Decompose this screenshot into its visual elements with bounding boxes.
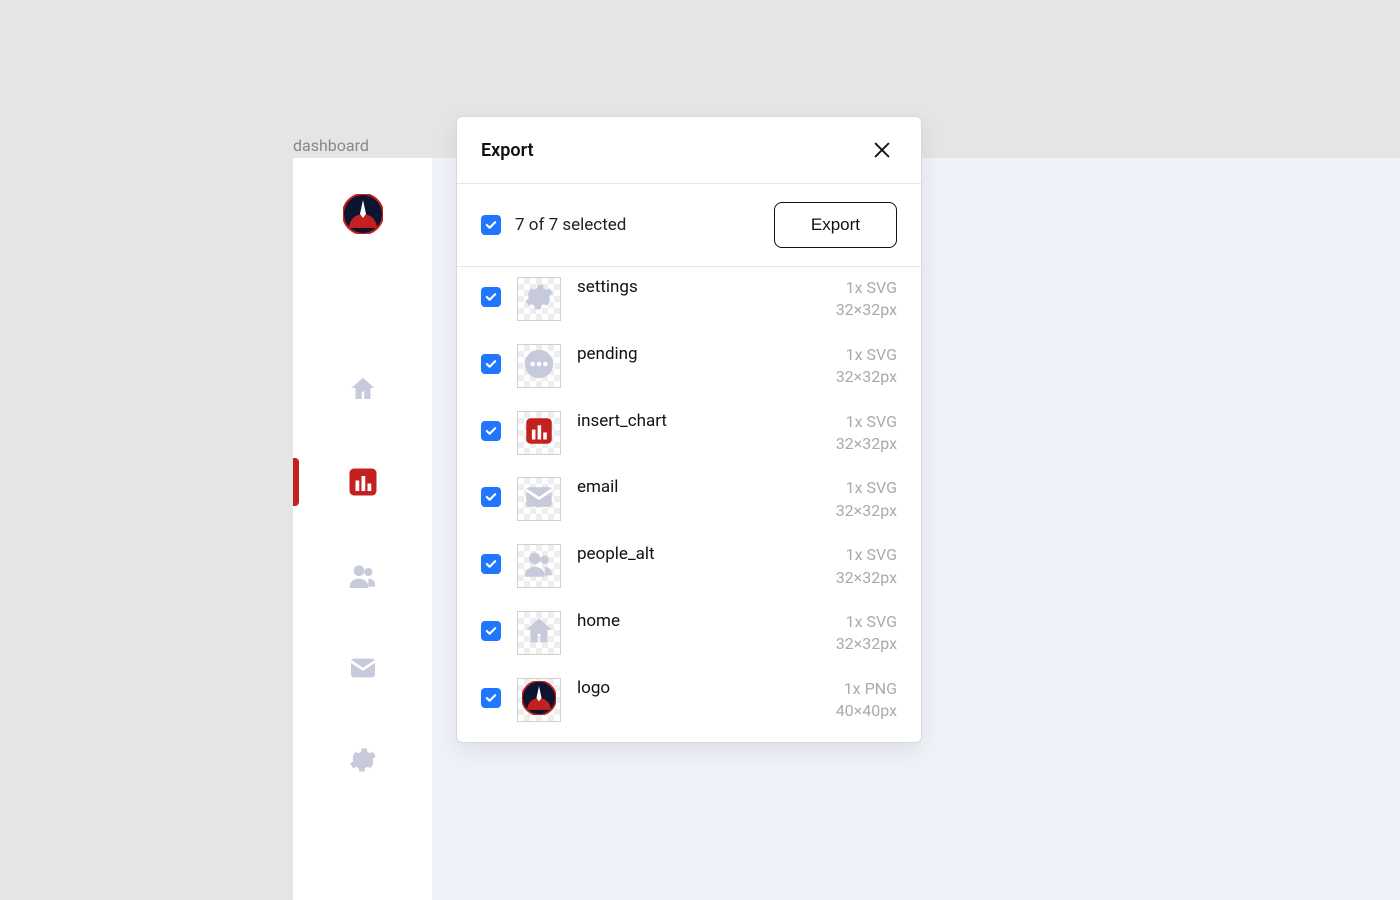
select-all-checkbox[interactable] [481,215,501,235]
asset-format: 1x SVG [836,411,897,433]
sidebar-item-people-alt[interactable] [293,560,432,592]
modal-toolbar: 7 of 7 selected Export [457,184,921,267]
asset-checkbox[interactable] [481,554,501,574]
asset-format: 1x SVG [836,544,897,566]
asset-row: people_alt 1x SVG32×32px [481,544,897,589]
asset-name: settings [577,277,820,297]
asset-name: email [577,477,820,497]
asset-dimensions: 32×32px [836,433,897,455]
asset-name: pending [577,344,820,364]
chart-icon [345,464,381,500]
asset-format: 1x SVG [836,277,897,299]
insert_chart-icon [522,414,556,452]
sidebar-item-insert-chart[interactable] [293,464,432,500]
asset-checkbox[interactable] [481,621,501,641]
asset-dimensions: 32×32px [836,500,897,522]
sidebar-item-settings[interactable] [293,744,432,776]
asset-meta: 1x SVG32×32px [836,277,897,322]
page-label: dashboard [293,136,369,155]
modal-title: Export [481,140,534,161]
asset-dimensions: 32×32px [836,633,897,655]
asset-thumbnail [517,544,561,588]
asset-name: logo [577,678,820,698]
asset-checkbox[interactable] [481,487,501,507]
asset-thumbnail [517,678,561,722]
asset-checkbox[interactable] [481,287,501,307]
asset-format: 1x PNG [836,678,897,700]
home-icon [522,614,556,652]
asset-row: logo 1x PNG40×40px [481,678,897,723]
asset-checkbox[interactable] [481,688,501,708]
asset-row: settings 1x SVG32×32px [481,277,897,322]
asset-name: home [577,611,820,631]
people-icon [347,560,379,592]
asset-dimensions: 32×32px [836,366,897,388]
asset-name: insert_chart [577,411,820,431]
asset-thumbnail [517,344,561,388]
modal-header: Export [457,117,921,184]
home-icon [348,374,378,404]
asset-thumbnail [517,277,561,321]
asset-thumbnail [517,611,561,655]
email-icon [347,652,379,684]
asset-list: settings1x SVG32×32pxpending1x SVG32×32p… [457,267,921,742]
asset-name: people_alt [577,544,820,564]
people_alt-icon [522,547,556,585]
asset-format: 1x SVG [836,477,897,499]
pending-icon [522,347,556,385]
asset-row: email 1x SVG32×32px [481,477,897,522]
export-button[interactable]: Export [774,202,897,248]
close-icon [871,139,893,161]
asset-meta: 1x SVG32×32px [836,544,897,589]
sidebar [293,158,432,900]
sidebar-item-email[interactable] [293,652,432,684]
asset-meta: 1x SVG32×32px [836,611,897,656]
asset-row: pending 1x SVG32×32px [481,344,897,389]
logo[interactable] [343,194,383,234]
export-modal: Export 7 of 7 selected Export settings 1x… [456,116,922,743]
asset-meta: 1x PNG40×40px [836,678,897,723]
asset-thumbnail [517,411,561,455]
asset-thumbnail [517,477,561,521]
asset-meta: 1x SVG32×32px [836,477,897,522]
settings-icon [522,280,556,318]
asset-dimensions: 32×32px [836,299,897,321]
asset-row: home 1x SVG32×32px [481,611,897,656]
asset-checkbox[interactable] [481,354,501,374]
asset-format: 1x SVG [836,344,897,366]
asset-meta: 1x SVG32×32px [836,344,897,389]
close-button[interactable] [867,135,897,165]
asset-checkbox[interactable] [481,421,501,441]
asset-meta: 1x SVG32×32px [836,411,897,456]
asset-dimensions: 40×40px [836,700,897,722]
logo-icon [522,681,556,719]
settings-icon [347,744,379,776]
email-icon [522,480,556,518]
asset-format: 1x SVG [836,611,897,633]
asset-row: insert_chart 1x SVG32×32px [481,411,897,456]
selection-count: 7 of 7 selected [515,215,626,235]
sidebar-item-home[interactable] [293,374,432,404]
asset-dimensions: 32×32px [836,567,897,589]
